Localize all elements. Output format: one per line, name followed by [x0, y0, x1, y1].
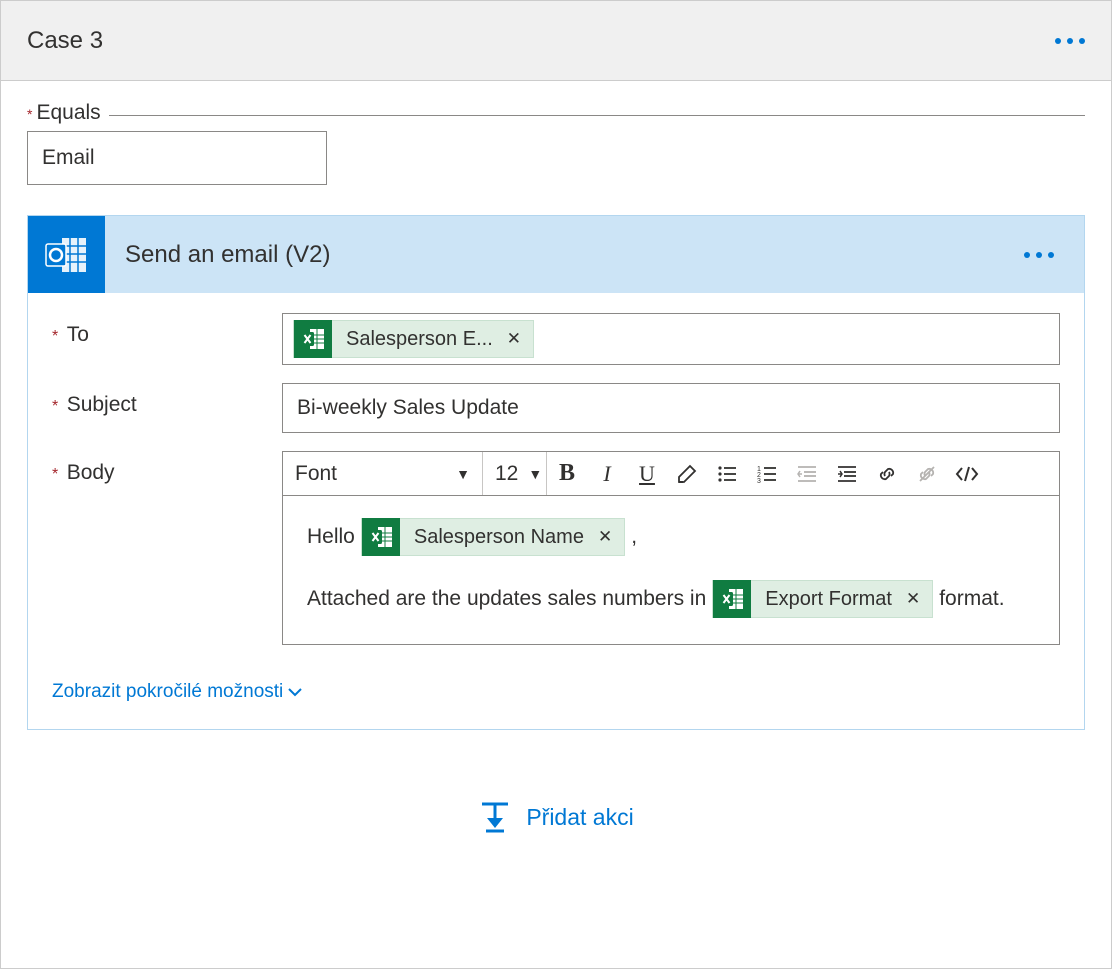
chevron-down-icon: [287, 684, 303, 700]
equals-underline: [109, 115, 1085, 116]
add-action-label: Přidat akci: [526, 804, 633, 831]
bold-button[interactable]: B: [547, 452, 587, 495]
dot-icon: [1067, 38, 1073, 44]
italic-button[interactable]: I: [587, 452, 627, 495]
subject-label: Subject: [67, 393, 137, 416]
subject-value: Bi-weekly Sales Update: [297, 384, 519, 432]
bullet-list-button[interactable]: [707, 452, 747, 495]
body-text: ,: [631, 521, 637, 553]
salesperson-name-token[interactable]: Salesperson Name ✕: [361, 518, 625, 556]
equals-value: Email: [42, 146, 95, 170]
export-format-token[interactable]: Export Format ✕: [712, 580, 933, 618]
body-editor: Font ▼ 12 ▼ B I U: [282, 451, 1060, 645]
body-text: format.: [939, 583, 1004, 615]
body-line-2: Attached are the updates sales numbers i…: [307, 580, 1035, 618]
required-indicator: *: [27, 107, 32, 121]
caret-down-icon: ▼: [528, 466, 542, 482]
underline-button[interactable]: U: [627, 452, 667, 495]
required-indicator: *: [52, 328, 58, 345]
action-header[interactable]: Send an email (V2): [28, 216, 1084, 293]
equals-label-row: * Equals: [27, 101, 1085, 125]
to-label: To: [67, 323, 89, 346]
font-select[interactable]: Font ▼: [283, 452, 483, 495]
to-token-remove[interactable]: ✕: [507, 329, 533, 349]
body-label: Body: [67, 461, 115, 484]
add-action-icon: [478, 800, 512, 834]
action-menu-wrap: [1024, 216, 1084, 293]
dot-icon: [1055, 38, 1061, 44]
case-body: * Equals Email: [1, 81, 1111, 834]
case-menu-button[interactable]: [1055, 38, 1085, 44]
unlink-button[interactable]: [907, 452, 947, 495]
outlook-icon: [28, 216, 105, 293]
action-title: Send an email (V2): [105, 216, 1024, 293]
to-input[interactable]: Salesperson E... ✕: [282, 313, 1060, 365]
body-line-1: Hello: [307, 518, 1035, 556]
numbered-list-button[interactable]: 123: [747, 452, 787, 495]
link-button[interactable]: [867, 452, 907, 495]
body-row: * Body Font ▼ 12: [52, 451, 1060, 645]
caret-down-icon: ▼: [456, 466, 470, 482]
action-menu-button[interactable]: [1024, 252, 1054, 258]
to-label-cell: * To: [52, 313, 282, 347]
subject-row: * Subject Bi-weekly Sales Update: [52, 383, 1060, 433]
show-advanced-options[interactable]: Zobrazit pokročilé možnosti: [52, 681, 303, 703]
required-indicator: *: [52, 466, 58, 483]
add-action-row: Přidat akci: [27, 800, 1085, 834]
font-size-select[interactable]: 12 ▼: [483, 452, 547, 495]
send-email-action: Send an email (V2) * To: [27, 215, 1085, 730]
token-remove[interactable]: ✕: [906, 586, 932, 612]
font-size-label: 12: [495, 462, 518, 486]
equals-input[interactable]: Email: [27, 131, 327, 185]
token-label: Salesperson Name: [400, 522, 598, 552]
add-action-button[interactable]: Přidat akci: [478, 800, 633, 834]
svg-text:3: 3: [757, 478, 761, 485]
code-view-button[interactable]: [947, 452, 987, 495]
excel-icon: [294, 320, 332, 358]
outdent-button[interactable]: [787, 452, 827, 495]
advanced-options-label: Zobrazit pokročilé možnosti: [52, 681, 283, 703]
dot-icon: [1024, 252, 1030, 258]
subject-input[interactable]: Bi-weekly Sales Update: [282, 383, 1060, 433]
token-remove[interactable]: ✕: [598, 524, 624, 550]
body-text: Attached are the updates sales numbers i…: [307, 583, 706, 615]
excel-icon: [713, 580, 751, 618]
action-body: * To: [28, 293, 1084, 729]
case-container: Case 3 * Equals Email: [0, 0, 1112, 969]
case-header: Case 3: [1, 1, 1111, 81]
rte-toolbar: Font ▼ 12 ▼ B I U: [283, 452, 1059, 496]
color-picker-button[interactable]: [667, 452, 707, 495]
to-token[interactable]: Salesperson E... ✕: [293, 320, 534, 358]
excel-icon: [362, 518, 400, 556]
body-label-cell: * Body: [52, 451, 282, 485]
font-select-label: Font: [295, 462, 337, 486]
indent-button[interactable]: [827, 452, 867, 495]
token-label: Export Format: [751, 584, 906, 614]
equals-field: * Equals Email: [27, 101, 1085, 185]
equals-label: Equals: [36, 101, 100, 125]
required-indicator: *: [52, 398, 58, 415]
dot-icon: [1048, 252, 1054, 258]
body-content[interactable]: Hello: [283, 496, 1059, 644]
dot-icon: [1079, 38, 1085, 44]
case-title: Case 3: [27, 27, 103, 55]
dot-icon: [1036, 252, 1042, 258]
subject-label-cell: * Subject: [52, 383, 282, 417]
to-row: * To: [52, 313, 1060, 365]
to-token-label: Salesperson E...: [332, 328, 507, 351]
body-text: Hello: [307, 521, 355, 553]
